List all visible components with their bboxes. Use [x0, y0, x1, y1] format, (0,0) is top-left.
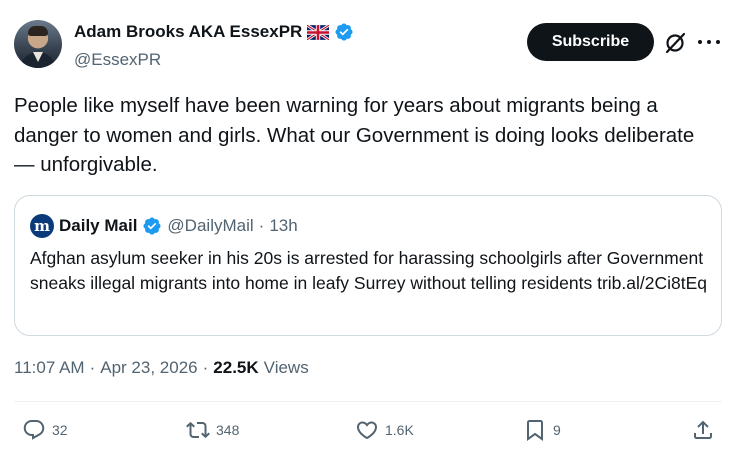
- reply-count: 32: [52, 422, 68, 438]
- reply-icon: [23, 420, 45, 440]
- more-dot: [707, 40, 711, 44]
- like-count: 1.6K: [385, 422, 414, 438]
- repost-button[interactable]: 348: [186, 418, 239, 442]
- action-bar: 32 348 1.6K 9: [0, 418, 737, 448]
- share-icon: [694, 420, 712, 439]
- reply-button[interactable]: 32: [22, 418, 68, 442]
- repost-count: 348: [216, 422, 240, 438]
- quoted-separator: ·: [258, 216, 265, 235]
- avatar-hair: [28, 26, 48, 36]
- author-name-row: Adam Brooks AKA EssexPR: [74, 22, 354, 42]
- quoted-tweet-header: m Daily Mail @DailyMail · 13h: [30, 214, 298, 238]
- author-handle[interactable]: @EssexPR: [74, 50, 161, 70]
- tweet-time[interactable]: 11:07 AM: [14, 358, 85, 378]
- more-icon[interactable]: [698, 31, 720, 53]
- quoted-time[interactable]: 13h: [269, 216, 297, 236]
- tweet-meta: 11:07 AM · Apr 23, 2026 · 22.5K Views: [14, 358, 309, 378]
- verified-badge-icon: [335, 23, 353, 41]
- quoted-tweet[interactable]: m Daily Mail @DailyMail · 13h Afghan asy…: [14, 195, 722, 336]
- share-button[interactable]: [691, 418, 715, 442]
- tweet-date[interactable]: Apr 23, 2026: [100, 358, 197, 378]
- divider: [14, 401, 722, 402]
- like-icon: [356, 421, 378, 440]
- tweet-text: People like myself have been warning for…: [14, 94, 695, 176]
- bookmark-icon: [527, 420, 543, 441]
- quoted-tweet-text: Afghan asylum seeker in his 20s is arres…: [30, 248, 707, 293]
- meta-separator: ·: [89, 358, 96, 377]
- repost-icon: [186, 421, 210, 439]
- subscribe-button[interactable]: Subscribe: [527, 23, 654, 61]
- author-name[interactable]: Adam Brooks AKA EssexPR: [74, 22, 302, 42]
- daily-mail-logo-icon: m: [30, 214, 54, 238]
- flag-uk-icon: [307, 24, 330, 40]
- bookmark-button[interactable]: 9: [523, 418, 561, 442]
- more-dot: [698, 40, 702, 44]
- like-button[interactable]: 1.6K: [355, 418, 414, 442]
- meta-separator: ·: [202, 358, 209, 377]
- grok-icon[interactable]: [663, 31, 687, 55]
- views-count: 22.5K: [213, 358, 259, 377]
- more-dot: [716, 40, 720, 44]
- views-label: Views: [263, 358, 309, 377]
- quoted-author-name[interactable]: Daily Mail: [59, 216, 137, 236]
- verified-badge-icon: [143, 217, 161, 235]
- bookmark-count: 9: [553, 422, 561, 438]
- avatar[interactable]: [14, 20, 62, 68]
- quoted-author-handle[interactable]: @DailyMail: [167, 216, 253, 236]
